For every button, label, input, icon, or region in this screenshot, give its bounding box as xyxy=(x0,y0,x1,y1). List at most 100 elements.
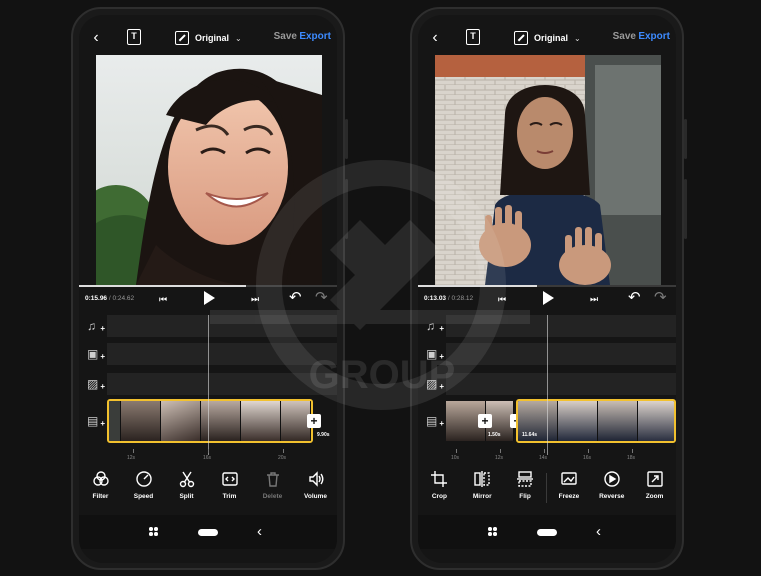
tool-label: Freeze xyxy=(558,493,580,500)
film-icon[interactable]: ▤ + xyxy=(87,413,105,429)
back-arrow-icon[interactable]: ‹ xyxy=(87,29,105,47)
progress-fill xyxy=(418,285,538,287)
editor-topbar: ‹ T Original ⌄ Save Export xyxy=(79,27,337,49)
image-icon[interactable]: ▨ + xyxy=(426,376,444,392)
tool-label: Flip xyxy=(519,493,531,500)
tool-label: Mirror xyxy=(472,493,492,500)
delete-tool[interactable]: Delete xyxy=(251,469,294,513)
apps-grid-icon[interactable] xyxy=(488,527,498,537)
nav-back-icon[interactable]: ‹ xyxy=(257,523,262,540)
music-note-icon[interactable]: ♫ + xyxy=(87,318,105,334)
home-pill-icon[interactable] xyxy=(198,529,218,536)
video-preview[interactable] xyxy=(435,55,661,285)
volume-tool[interactable]: Volume xyxy=(294,469,337,513)
export-button[interactable]: Export xyxy=(638,31,670,42)
add-clip-button[interactable]: + xyxy=(307,414,321,428)
tool-label: Trim xyxy=(222,493,237,500)
flip-tool[interactable]: Flip xyxy=(504,469,547,513)
tool-label: Delete xyxy=(262,493,283,500)
play-icon[interactable] xyxy=(543,291,554,305)
music-track-lane[interactable] xyxy=(107,315,337,337)
ruler-label: 14s xyxy=(539,455,548,461)
crop-tool[interactable]: Crop xyxy=(418,469,461,513)
tool-label: Filter xyxy=(92,493,109,500)
overlay-track-lane[interactable] xyxy=(446,373,676,395)
apps-grid-icon[interactable] xyxy=(149,527,159,537)
time-ruler: 10s 12s 14s 16s 18s xyxy=(418,449,676,463)
reverse-icon xyxy=(602,469,622,489)
timecode: 0:15.96 / 0:24.62 xyxy=(85,295,134,302)
resize-icon xyxy=(514,31,528,45)
clip-frame xyxy=(241,401,281,441)
time-ruler: 12s 16s 20s xyxy=(79,449,337,463)
trim-icon xyxy=(220,469,240,489)
trim-tool[interactable]: Trim xyxy=(208,469,251,513)
video-clip[interactable] xyxy=(107,399,313,443)
film-icon[interactable]: ▤ + xyxy=(426,413,444,429)
save-button[interactable]: Save xyxy=(613,31,636,42)
playhead[interactable] xyxy=(208,315,209,455)
sticker-icon[interactable]: T xyxy=(466,29,480,45)
skip-previous-icon[interactable]: ⏮ xyxy=(159,293,167,305)
aspect-ratio-selector[interactable]: Original ⌄ xyxy=(175,29,242,47)
undo-icon[interactable]: ↶ xyxy=(628,290,641,305)
text-icon[interactable]: ▣ + xyxy=(426,346,444,362)
volume-icon xyxy=(306,469,326,489)
export-button[interactable]: Export xyxy=(299,31,331,42)
save-button[interactable]: Save xyxy=(274,31,297,42)
clip-frame xyxy=(638,401,674,441)
text-track-lane[interactable] xyxy=(446,343,676,365)
editor-topbar: ‹ T Original ⌄ Save Export xyxy=(418,27,676,49)
editor-screen-right: ‹ T Original ⌄ Save Export 0:13.03 / 0:2… xyxy=(418,15,676,563)
text-track-lane[interactable] xyxy=(107,343,337,365)
filter-tool[interactable]: Filter xyxy=(79,469,122,513)
progress-track[interactable] xyxy=(79,285,337,287)
nav-back-icon[interactable]: ‹ xyxy=(596,523,601,540)
editor-screen-left: ‹ T Original ⌄ Save Export 0:15.96 / 0:2… xyxy=(79,15,337,563)
music-track-lane[interactable] xyxy=(446,315,676,337)
zoom-icon xyxy=(645,469,665,489)
video-preview[interactable] xyxy=(96,55,322,285)
ruler-label: 18s xyxy=(627,455,636,461)
phone-right: ‹ T Original ⌄ Save Export 0:13.03 / 0:2… xyxy=(410,7,687,570)
back-arrow-icon[interactable]: ‹ xyxy=(426,29,444,47)
tool-label: Split xyxy=(179,493,194,500)
tool-label: Zoom xyxy=(645,493,664,500)
video-clip-selected[interactable] xyxy=(516,399,676,443)
playhead[interactable] xyxy=(547,315,548,455)
zoom-tool[interactable]: Zoom xyxy=(633,469,676,513)
image-icon[interactable]: ▨ + xyxy=(87,376,105,392)
aspect-ratio-selector[interactable]: Original ⌄ xyxy=(514,29,581,47)
progress-fill xyxy=(79,285,247,287)
progress-track[interactable] xyxy=(418,285,676,287)
tool-label: Volume xyxy=(304,493,327,500)
freeze-tool[interactable]: Freeze xyxy=(547,469,590,513)
mirror-tool[interactable]: Mirror xyxy=(461,469,504,513)
home-pill-icon[interactable] xyxy=(537,529,557,536)
skip-previous-icon[interactable]: ⏮ xyxy=(498,293,506,305)
chevron-down-icon: ⌄ xyxy=(235,33,242,43)
speed-tool[interactable]: Speed xyxy=(122,469,165,513)
text-icon[interactable]: ▣ + xyxy=(87,346,105,362)
split-tool[interactable]: Split xyxy=(165,469,208,513)
sticker-icon[interactable]: T xyxy=(127,29,141,45)
overlay-track-lane[interactable] xyxy=(107,373,337,395)
redo-icon[interactable]: ↷ xyxy=(315,290,328,305)
skip-next-icon[interactable]: ⏭ xyxy=(251,293,259,305)
ruler-label: 12s xyxy=(495,455,504,461)
current-time: 0:13.03 xyxy=(424,295,447,302)
music-note-icon[interactable]: ♫ + xyxy=(426,318,444,334)
undo-icon[interactable]: ↶ xyxy=(289,290,302,305)
reverse-tool[interactable]: Reverse xyxy=(590,469,633,513)
clip-frame xyxy=(161,401,201,441)
redo-icon[interactable]: ↷ xyxy=(654,290,667,305)
play-icon[interactable] xyxy=(204,291,215,305)
edit-toolbar: Filter Speed Split Trim Delete Volume xyxy=(79,469,337,513)
add-transition-button[interactable]: + xyxy=(478,414,492,428)
clip-frame xyxy=(201,401,241,441)
phone-left: ‹ T Original ⌄ Save Export 0:15.96 / 0:2… xyxy=(71,7,348,570)
filter-icon xyxy=(91,469,111,489)
tool-label: Crop xyxy=(431,493,447,500)
clip-duration: 1.50s xyxy=(488,432,501,438)
skip-next-icon[interactable]: ⏭ xyxy=(590,293,598,305)
